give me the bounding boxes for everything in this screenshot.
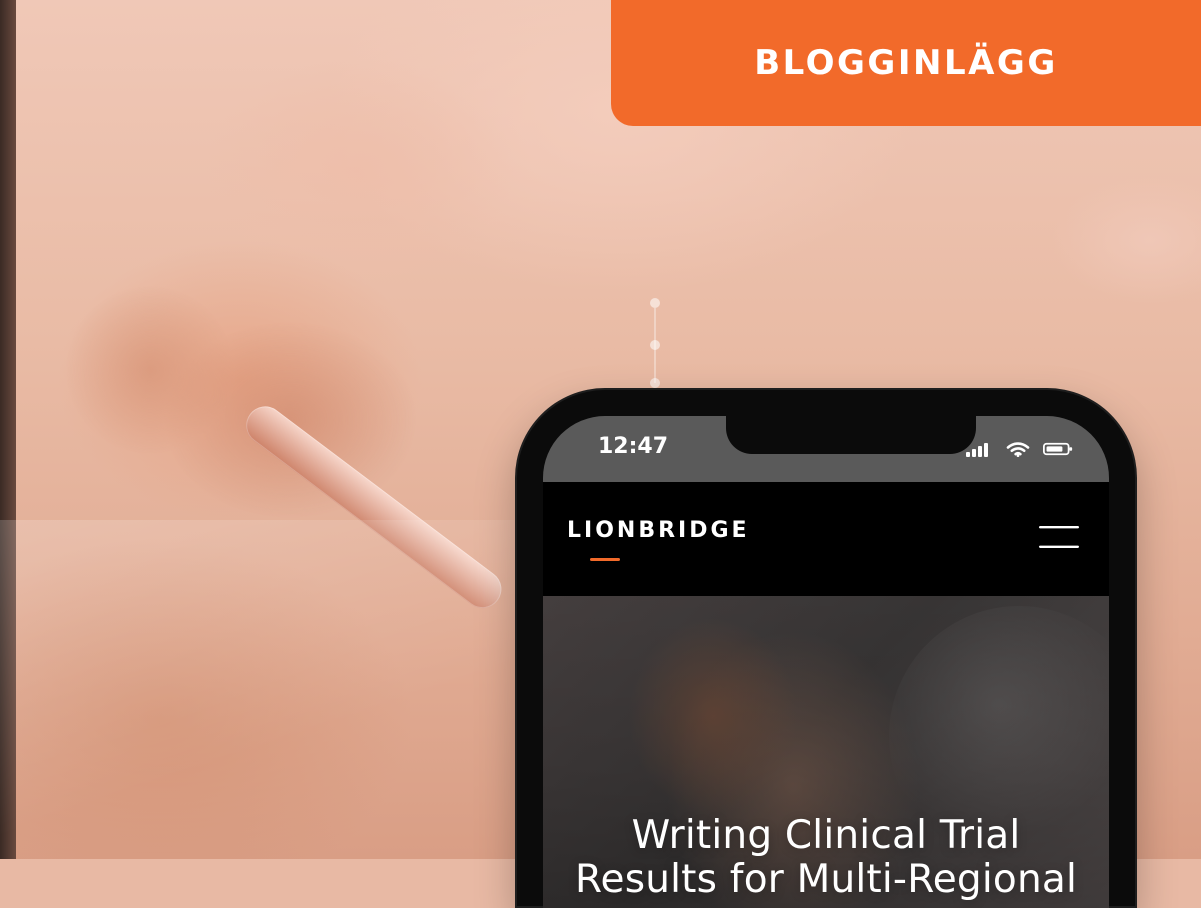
article-title-line-2: Results for Multi-Regional (574, 857, 1078, 902)
status-time: 12:47 (598, 434, 669, 459)
article-hero[interactable]: Writing Clinical Trial Results for Multi… (543, 581, 1109, 908)
connector-dots (646, 298, 664, 388)
badge-label: BLOGGINLÄGG (754, 43, 1058, 83)
phone-screen: 12:47 LIONBRIDGE Writing Clinical Trial … (543, 416, 1109, 908)
phone-mockup: 12:47 LIONBRIDGE Writing Clinical Trial … (515, 388, 1137, 908)
connector-dot (650, 340, 660, 350)
wifi-icon (1003, 438, 1033, 460)
app-nav: LIONBRIDGE (543, 482, 1109, 596)
battery-icon (1043, 438, 1073, 460)
menu-button[interactable] (1037, 520, 1081, 554)
logo-accent-underline (590, 558, 620, 561)
brand-logo[interactable]: LIONBRIDGE (567, 518, 750, 543)
status-bar: 12:47 (543, 416, 1109, 482)
phone-notch (726, 416, 976, 454)
article-title-line-1: Writing Clinical Trial (631, 813, 1021, 858)
blog-post-badge: BLOGGINLÄGG (611, 0, 1201, 126)
connector-dot (650, 378, 660, 388)
connector-dot (650, 298, 660, 308)
status-icons (963, 438, 1073, 460)
signal-icon (963, 438, 993, 460)
article-title: Writing Clinical Trial Results for Multi… (543, 814, 1109, 902)
hamburger-menu-icon (1039, 526, 1079, 548)
